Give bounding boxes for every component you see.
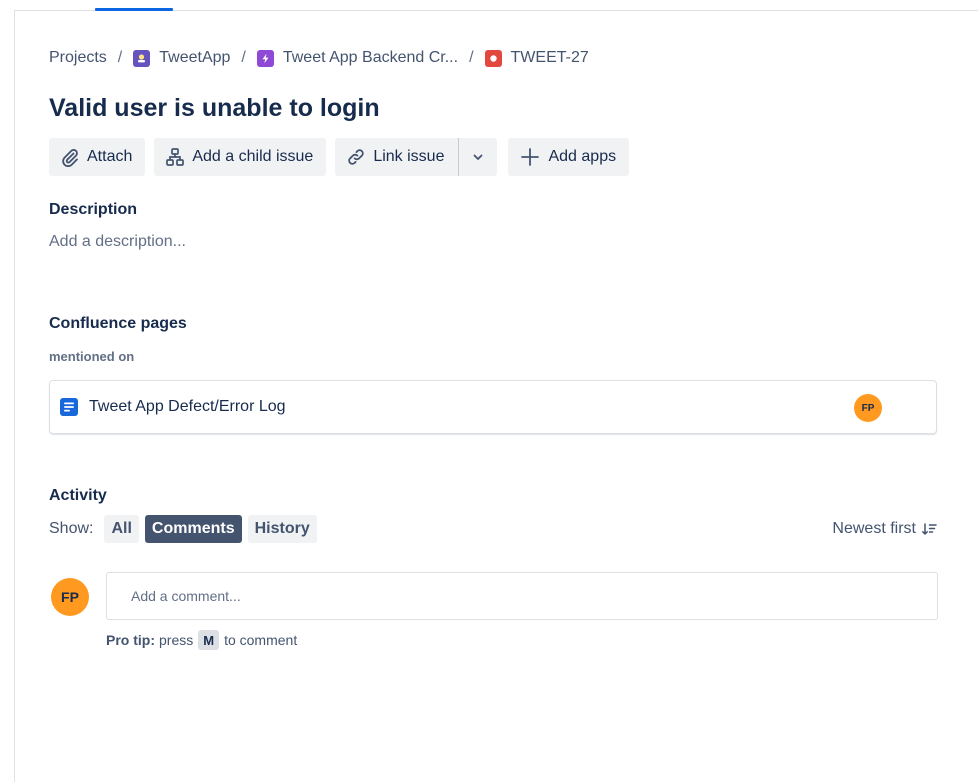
breadcrumb-project[interactable]: TweetApp xyxy=(133,49,230,67)
description-heading: Description xyxy=(49,201,138,218)
epic-lightning-icon xyxy=(256,49,274,67)
project-avatar-icon xyxy=(133,49,151,67)
link-issue-dropdown-button[interactable] xyxy=(459,138,498,176)
confluence-subheading: mentioned on xyxy=(49,349,135,364)
bug-icon xyxy=(484,49,502,67)
hierarchy-icon xyxy=(166,148,185,166)
add-apps-label: Add apps xyxy=(548,148,617,165)
activity-heading: Activity xyxy=(49,487,107,504)
breadcrumb-separator: / xyxy=(469,49,474,66)
description-field[interactable]: Add a description... xyxy=(49,233,186,251)
add-apps-button[interactable]: Add apps xyxy=(508,138,630,176)
confluence-page-link[interactable]: Tweet App Defect/Error Log FP xyxy=(49,380,937,434)
filter-comments-button[interactable]: Comments xyxy=(144,515,242,543)
link-icon xyxy=(348,149,364,165)
link-issue-label: Link issue xyxy=(373,148,445,165)
breadcrumb-issue-key-label[interactable]: TWEET-27 xyxy=(511,49,589,67)
avatar[interactable]: FP xyxy=(854,394,882,422)
active-tab-indicator xyxy=(95,8,173,11)
chevron-down-icon xyxy=(474,154,483,160)
filter-all-button[interactable]: All xyxy=(104,515,139,543)
breadcrumb-projects[interactable]: Projects xyxy=(49,49,107,67)
confluence-heading: Confluence pages xyxy=(49,315,187,332)
comment-input[interactable]: Add a comment... xyxy=(106,572,938,620)
show-label: Show: xyxy=(49,520,94,537)
add-child-issue-label: Add a child issue xyxy=(192,148,314,165)
confluence-page-icon xyxy=(60,398,78,416)
add-child-issue-button[interactable]: Add a child issue xyxy=(154,138,327,176)
breadcrumb-issue-key[interactable]: TWEET-27 xyxy=(484,49,589,67)
breadcrumb-epic[interactable]: Tweet App Backend Cr... xyxy=(256,49,458,67)
plus-icon xyxy=(521,148,540,166)
breadcrumb-separator: / xyxy=(241,49,246,66)
breadcrumb-projects-label[interactable]: Projects xyxy=(49,49,107,67)
attach-label: Attach xyxy=(87,148,133,165)
avatar[interactable]: FP xyxy=(51,578,89,616)
pro-tip-press: press xyxy=(159,632,194,648)
sort-order-label: Newest first xyxy=(832,520,916,537)
keyboard-shortcut-key: M xyxy=(198,630,220,650)
pro-tip: Pro tip: press M to comment xyxy=(106,630,297,650)
breadcrumb-epic-label[interactable]: Tweet App Backend Cr... xyxy=(283,49,458,67)
pro-tip-label: Pro tip: xyxy=(106,632,155,648)
filter-history-button[interactable]: History xyxy=(247,515,317,543)
sort-descending-icon xyxy=(922,523,937,535)
attach-button[interactable]: Attach xyxy=(49,138,146,176)
activity-filter-bar: Show: All Comments History Newest first xyxy=(49,515,937,543)
issue-toolbar: Attach Add a child issue Link issue Add … xyxy=(49,138,638,176)
confluence-page-title: Tweet App Defect/Error Log xyxy=(89,398,286,415)
left-divider xyxy=(14,10,15,782)
breadcrumb: Projects / TweetApp / Tweet App Backend … xyxy=(49,49,589,67)
issue-title[interactable]: Valid user is unable to login xyxy=(49,94,380,123)
breadcrumb-separator: / xyxy=(117,49,123,66)
breadcrumb-project-label[interactable]: TweetApp xyxy=(159,49,230,67)
sort-order-button[interactable]: Newest first xyxy=(832,520,937,538)
pro-tip-suffix: to comment xyxy=(224,632,298,648)
link-issue-button[interactable]: Link issue xyxy=(335,138,459,176)
paperclip-icon xyxy=(62,149,78,167)
